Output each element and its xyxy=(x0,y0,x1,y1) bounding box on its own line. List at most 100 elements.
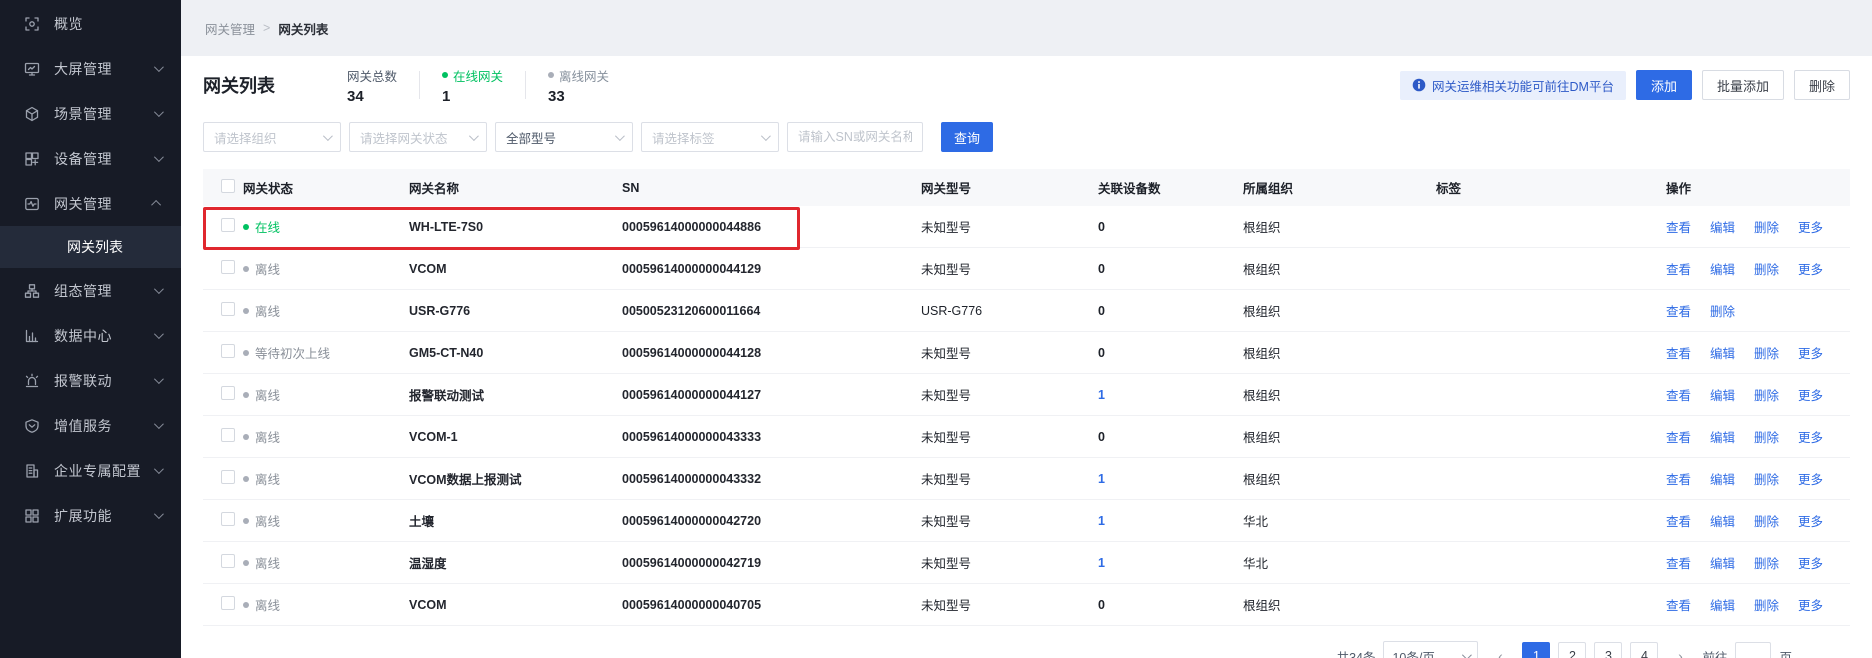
row-checkbox[interactable] xyxy=(221,596,235,610)
sidebar-item-value-service[interactable]: 增值服务 xyxy=(0,403,181,448)
view-action-link[interactable]: 查看 xyxy=(1666,427,1691,446)
view-action-link[interactable]: 查看 xyxy=(1666,217,1691,236)
row-checkbox[interactable] xyxy=(221,218,235,232)
sidebar-item-device[interactable]: 设备管理 xyxy=(0,136,181,181)
sidebar-item-config[interactable]: 组态管理 xyxy=(0,268,181,313)
more-action-link[interactable]: 更多 xyxy=(1798,259,1823,278)
col-sn: SN xyxy=(622,181,921,195)
organization-select[interactable]: 请选择组织 xyxy=(203,122,341,152)
row-checkbox[interactable] xyxy=(221,344,235,358)
edit-action-link[interactable]: 编辑 xyxy=(1710,343,1735,362)
row-checkbox[interactable] xyxy=(221,260,235,274)
gateway-status: 在线 xyxy=(243,217,409,236)
status-dot xyxy=(243,602,249,608)
more-action-link[interactable]: 更多 xyxy=(1798,385,1823,404)
row-checkbox[interactable] xyxy=(221,470,235,484)
next-page-button[interactable]: › xyxy=(1666,642,1694,658)
prev-page-button[interactable]: ‹ xyxy=(1486,642,1514,658)
device-count: 0 xyxy=(1098,430,1243,444)
chevron-icon xyxy=(154,419,164,429)
more-action-link[interactable]: 更多 xyxy=(1798,343,1823,362)
batch-add-button[interactable]: 批量添加 xyxy=(1702,70,1784,100)
view-action-link[interactable]: 查看 xyxy=(1666,385,1691,404)
page-number-4[interactable]: 4 xyxy=(1630,642,1658,658)
delete-button[interactable]: 删除 xyxy=(1794,70,1850,100)
device-count-link[interactable]: 1 xyxy=(1098,388,1105,402)
status-dot xyxy=(243,392,249,398)
sidebar-item-enterprise[interactable]: 企业专属配置 xyxy=(0,448,181,493)
gateway-name: GM5-CT-N40 xyxy=(409,346,622,360)
sidebar-item-overview[interactable]: 概览 xyxy=(0,1,181,46)
device-count-link[interactable]: 1 xyxy=(1098,472,1105,486)
edit-action-link[interactable]: 编辑 xyxy=(1710,217,1735,236)
row-checkbox[interactable] xyxy=(221,554,235,568)
row-actions: 查看编辑删除更多 xyxy=(1666,511,1850,530)
view-action-link[interactable]: 查看 xyxy=(1666,553,1691,572)
edit-action-link[interactable]: 编辑 xyxy=(1710,259,1735,278)
delete-action-link[interactable]: 删除 xyxy=(1754,385,1779,404)
more-action-link[interactable]: 更多 xyxy=(1798,553,1823,572)
gateway-model: 未知型号 xyxy=(921,217,1098,236)
sidebar-item-data-center[interactable]: 数据中心 xyxy=(0,313,181,358)
delete-action-link[interactable]: 删除 xyxy=(1754,553,1779,572)
more-action-link[interactable]: 更多 xyxy=(1798,469,1823,488)
row-checkbox[interactable] xyxy=(221,302,235,316)
delete-action-link[interactable]: 删除 xyxy=(1754,259,1779,278)
stat-block: 离线网关33 xyxy=(526,66,631,105)
view-action-link[interactable]: 查看 xyxy=(1666,301,1691,320)
delete-action-link[interactable]: 删除 xyxy=(1710,301,1735,320)
more-action-link[interactable]: 更多 xyxy=(1798,595,1823,614)
view-action-link[interactable]: 查看 xyxy=(1666,595,1691,614)
goto-page-input[interactable] xyxy=(1735,642,1771,658)
view-action-link[interactable]: 查看 xyxy=(1666,343,1691,362)
search-input[interactable] xyxy=(787,122,923,152)
delete-action-link[interactable]: 删除 xyxy=(1754,469,1779,488)
more-action-link[interactable]: 更多 xyxy=(1798,217,1823,236)
gateway-status-select[interactable]: 请选择网关状态 xyxy=(349,122,487,152)
sidebar: 概览 大屏管理 场景管理 设备管理 网关管理 网关列表 组态管理 数据中心 报警… xyxy=(0,0,181,658)
edit-action-link[interactable]: 编辑 xyxy=(1710,595,1735,614)
delete-action-link[interactable]: 删除 xyxy=(1754,595,1779,614)
edit-action-link[interactable]: 编辑 xyxy=(1710,427,1735,446)
sidebar-subitem-gateway-list[interactable]: 网关列表 xyxy=(0,226,181,268)
more-action-link[interactable]: 更多 xyxy=(1798,511,1823,530)
edit-action-link[interactable]: 编辑 xyxy=(1710,511,1735,530)
view-action-link[interactable]: 查看 xyxy=(1666,511,1691,530)
device-count-link[interactable]: 1 xyxy=(1098,514,1105,528)
view-action-link[interactable]: 查看 xyxy=(1666,469,1691,488)
delete-action-link[interactable]: 删除 xyxy=(1754,427,1779,446)
add-button[interactable]: 添加 xyxy=(1636,70,1692,100)
delete-action-link[interactable]: 删除 xyxy=(1754,217,1779,236)
sidebar-item-gateway[interactable]: 网关管理 xyxy=(0,181,181,226)
edit-action-link[interactable]: 编辑 xyxy=(1710,385,1735,404)
edit-action-link[interactable]: 编辑 xyxy=(1710,469,1735,488)
breadcrumb-separator: > xyxy=(263,21,270,35)
model-select[interactable]: 全部型号 xyxy=(495,122,633,152)
row-checkbox[interactable] xyxy=(221,512,235,526)
main-content: 网关管理 > 网关列表 网关列表 网关总数34在线网关1离线网关33 网关运维相… xyxy=(181,0,1872,658)
sidebar-item-extension[interactable]: 扩展功能 xyxy=(0,493,181,538)
device-count-link[interactable]: 1 xyxy=(1098,556,1105,570)
sidebar-item-scene[interactable]: 场景管理 xyxy=(0,91,181,136)
breadcrumb-parent[interactable]: 网关管理 xyxy=(205,19,255,38)
gateway-name: WH-LTE-7S0 xyxy=(409,220,622,234)
sidebar-item-screen[interactable]: 大屏管理 xyxy=(0,46,181,91)
delete-action-link[interactable]: 删除 xyxy=(1754,511,1779,530)
page-number-1[interactable]: 1 xyxy=(1522,642,1550,658)
select-all-checkbox[interactable] xyxy=(221,179,235,193)
value-service-icon xyxy=(24,418,40,434)
query-button[interactable]: 查询 xyxy=(941,122,993,152)
sidebar-item-alarm[interactable]: 报警联动 xyxy=(0,358,181,403)
page-number-2[interactable]: 2 xyxy=(1558,642,1586,658)
page-number-3[interactable]: 3 xyxy=(1594,642,1622,658)
delete-action-link[interactable]: 删除 xyxy=(1754,343,1779,362)
page-size-select[interactable]: 10条/页 xyxy=(1383,641,1478,658)
gateway-status: 等待初次上线 xyxy=(243,343,409,362)
tag-select[interactable]: 请选择标签 xyxy=(641,122,779,152)
row-checkbox[interactable] xyxy=(221,386,235,400)
more-action-link[interactable]: 更多 xyxy=(1798,427,1823,446)
stat-value: 1 xyxy=(442,88,503,105)
row-checkbox[interactable] xyxy=(221,428,235,442)
view-action-link[interactable]: 查看 xyxy=(1666,259,1691,278)
edit-action-link[interactable]: 编辑 xyxy=(1710,553,1735,572)
